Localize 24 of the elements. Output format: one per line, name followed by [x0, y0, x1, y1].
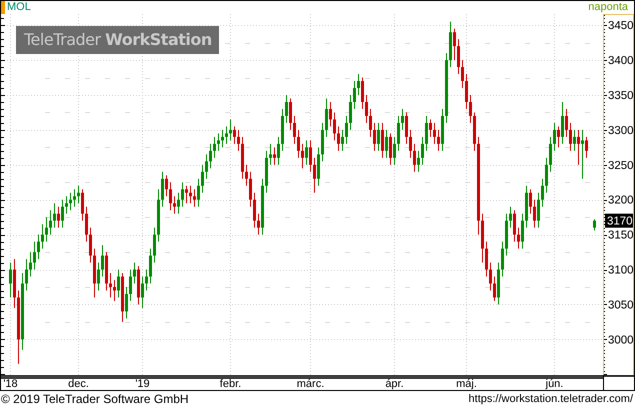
tick-label: ápr. — [385, 378, 404, 390]
tick-label: máj. — [456, 378, 477, 390]
tick-label: 3350 — [608, 90, 634, 102]
tick-label: 3450 — [608, 20, 634, 32]
tick-label: 3300 — [608, 124, 634, 137]
tick-label: 3050 — [608, 299, 634, 312]
tick-label: dec. — [68, 378, 89, 390]
tick-label: márc. — [296, 378, 324, 390]
last-price-tag: 3170 — [605, 214, 633, 228]
tick-label: 3250 — [608, 160, 634, 172]
tick-label: 3400 — [608, 55, 634, 68]
copyright-text: © 2019 TeleTrader Software GmbH — [1, 391, 189, 407]
tick-label: '18 — [3, 378, 18, 390]
tick-label: jún. — [546, 378, 564, 390]
tick-label: 3200 — [608, 194, 634, 207]
symbol-label: MOL — [7, 1, 31, 14]
tick-label: 3150 — [608, 230, 634, 242]
tick-label: febr. — [220, 378, 242, 390]
logo: TeleTrader WorkStation — [16, 26, 219, 54]
tick-label: '19 — [135, 378, 150, 390]
tick-label: 3100 — [608, 264, 634, 277]
tick-label: 3000 — [608, 334, 634, 346]
url-link[interactable]: https://workstation.teletrader.com/ — [468, 391, 633, 407]
interval-label: naponta — [588, 1, 628, 14]
